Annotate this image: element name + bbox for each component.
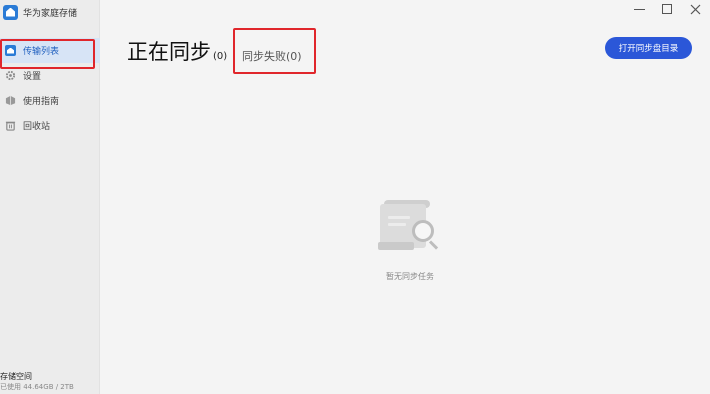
sidebar-item-guide[interactable]: 使用指南	[0, 88, 100, 113]
sidebar-nav: 传输列表 设置 使用指南 回收站	[0, 38, 100, 138]
storage-info: 存储空间 已使用 44.64GB / 2TB	[0, 372, 74, 392]
close-icon[interactable]	[688, 2, 702, 16]
sidebar-item-label: 使用指南	[23, 97, 60, 107]
app-title-text: 华为家庭存储	[23, 8, 78, 19]
storage-title: 存储空间	[0, 372, 32, 381]
gear-icon	[5, 70, 16, 81]
app-title: 华为家庭存储	[3, 3, 77, 21]
maximize-icon[interactable]	[660, 2, 674, 16]
open-sync-folder-button[interactable]: 打开同步盘目录	[605, 37, 692, 59]
tab-syncing[interactable]: 正在同步 (0)	[127, 36, 227, 66]
storage-usage: 已使用 44.64GB / 2TB	[0, 383, 74, 391]
sidebar-item-transfer-list[interactable]: 传输列表	[0, 38, 100, 63]
tab-syncing-count: (0)	[213, 51, 228, 62]
sidebar-item-label: 传输列表	[23, 47, 60, 57]
window-controls	[632, 2, 702, 16]
empty-state-text: 暂无同步任务	[386, 272, 434, 281]
sidebar-item-recycle-bin[interactable]: 回收站	[0, 113, 100, 138]
app-window: 华为家庭存储 传输列表 设置 使用指南 回收站 存储空间 已使用 44.64GB…	[0, 0, 710, 394]
document-search-icon	[360, 198, 460, 258]
sidebar-item-label: 回收站	[23, 122, 51, 132]
guide-icon	[5, 95, 16, 106]
home-icon	[5, 45, 16, 56]
trash-icon	[5, 120, 16, 131]
tab-syncing-label: 正在同步	[127, 40, 211, 64]
minimize-icon[interactable]	[632, 2, 646, 16]
sidebar-item-settings[interactable]: 设置	[0, 63, 100, 88]
tab-sync-failed[interactable]: 同步失败(0)	[242, 48, 302, 64]
app-logo-icon	[3, 4, 18, 20]
sidebar: 华为家庭存储 传输列表 设置 使用指南 回收站 存储空间 已使用 44.64GB…	[0, 0, 100, 394]
sidebar-item-label: 设置	[23, 72, 42, 82]
